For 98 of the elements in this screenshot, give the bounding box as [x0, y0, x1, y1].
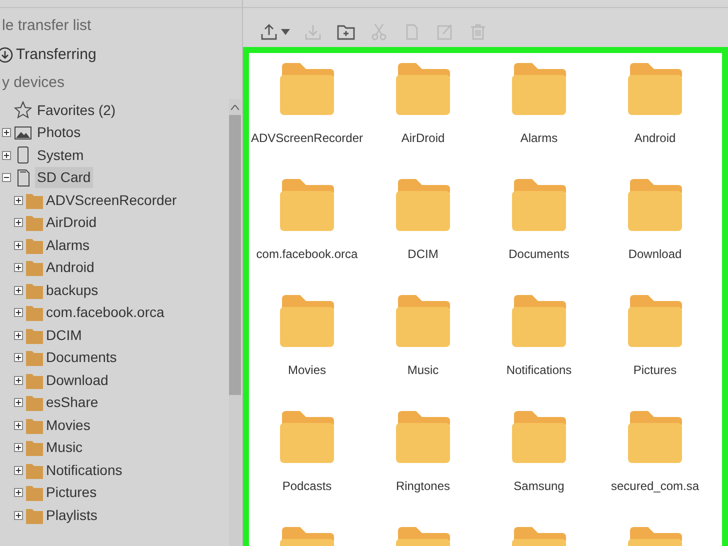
tree-item[interactable]: Documents — [46, 347, 117, 368]
expand-icon[interactable] — [14, 510, 23, 520]
folder-label[interactable]: secured_com.sa — [610, 477, 700, 495]
scrollbar[interactable] — [229, 99, 241, 546]
folder-label[interactable]: Alarms — [520, 129, 558, 147]
expand-icon[interactable] — [2, 150, 11, 160]
folder-icon — [512, 63, 566, 115]
tree-item[interactable]: Photos — [35, 122, 83, 144]
section-heading: y devices — [2, 73, 66, 93]
expand-icon[interactable] — [14, 308, 23, 318]
expand-icon[interactable] — [14, 330, 23, 340]
tree-item[interactable]: Android — [46, 257, 94, 278]
folder-label[interactable]: Notifications — [506, 361, 572, 379]
folder-icon — [628, 179, 682, 231]
tree-item[interactable]: Music — [46, 437, 83, 458]
expand-icon[interactable] — [14, 218, 23, 228]
folder-label[interactable]: Documents — [508, 245, 570, 263]
folder-icon — [396, 295, 450, 347]
expand-icon[interactable] — [14, 240, 23, 250]
folder-icon — [26, 484, 43, 502]
folder-icon — [26, 349, 43, 366]
expand-icon[interactable] — [14, 376, 23, 385]
folder-icon — [26, 372, 43, 389]
folder-icon — [280, 179, 334, 231]
scissors-icon — [369, 22, 389, 42]
expand-icon[interactable] — [14, 196, 23, 205]
folder-icon — [512, 295, 566, 347]
folder-label[interactable]: DCIM — [408, 245, 438, 263]
expand-icon[interactable] — [14, 466, 23, 475]
collapse-icon[interactable] — [2, 173, 11, 182]
tree-item[interactable]: DCIM — [46, 324, 82, 346]
download-icon — [0, 47, 13, 63]
folder-icon — [396, 63, 450, 115]
folder-label[interactable]: Movies — [288, 361, 326, 379]
folder-label[interactable]: Download — [628, 245, 682, 263]
upload-button[interactable] — [259, 22, 290, 42]
folder-icon — [280, 411, 334, 463]
folder-icon — [26, 416, 43, 434]
folder-icon — [628, 63, 682, 115]
picture-icon — [14, 124, 32, 142]
scrollbar-thumb[interactable] — [229, 115, 241, 395]
tree-item[interactable]: com.facebook.orca — [46, 302, 164, 324]
folder-icon — [26, 394, 43, 412]
expand-icon[interactable] — [14, 443, 23, 452]
folder-label[interactable]: Android — [634, 129, 676, 147]
folder-icon — [396, 411, 450, 463]
expand-icon[interactable] — [14, 263, 23, 272]
folder-icon — [26, 439, 43, 456]
tree-item[interactable]: System — [35, 144, 86, 166]
expand-icon[interactable] — [14, 488, 23, 498]
tree-item[interactable]: Movies — [46, 414, 90, 436]
star-icon — [14, 101, 32, 120]
expand-icon[interactable] — [14, 353, 23, 362]
tree-item[interactable]: Download — [46, 370, 108, 391]
folder-icon — [26, 304, 43, 322]
tree-item[interactable]: Alarms — [46, 234, 90, 256]
folder-label[interactable]: ADVScreenRecorder — [250, 129, 364, 147]
transfer-item[interactable]: Transferring — [16, 44, 96, 66]
upload-icon — [259, 22, 279, 42]
expand-icon[interactable] — [14, 398, 23, 408]
folder-icon — [26, 259, 43, 276]
folder-icon — [396, 179, 450, 231]
tree-item[interactable]: SD Card — [35, 167, 93, 188]
tree-item[interactable]: backups — [46, 280, 98, 301]
folder-icon — [280, 63, 334, 115]
folder-icon — [26, 462, 43, 479]
tree-item[interactable]: ADVScreenRecorder — [46, 190, 177, 211]
folder-label[interactable]: Pictures — [633, 361, 677, 379]
folder-label[interactable]: com.facebook.orca — [256, 245, 358, 263]
expand-icon[interactable] — [14, 420, 23, 430]
folder-label[interactable]: Samsung — [514, 477, 564, 495]
folder-label[interactable]: AirDroid — [401, 129, 445, 147]
tree-item[interactable]: Playlists — [46, 504, 98, 526]
tree-item[interactable]: Favorites (2) — [35, 100, 118, 121]
folder-icon — [280, 295, 334, 347]
expand-icon[interactable] — [14, 286, 23, 295]
tree-item[interactable]: Pictures — [46, 482, 97, 504]
trash-icon — [468, 22, 488, 42]
folder-label[interactable]: Podcasts — [282, 477, 332, 495]
folder-icon — [26, 214, 43, 232]
folder-icon — [26, 236, 43, 254]
section-heading: le transfer list — [2, 16, 92, 36]
caret-icon — [281, 28, 290, 34]
tree-item[interactable]: esShare — [46, 392, 98, 414]
folder-icon — [512, 179, 566, 231]
scroll-up-icon[interactable] — [231, 104, 239, 110]
folder-icon — [628, 295, 682, 347]
folder-icon — [26, 192, 43, 209]
expand-icon[interactable] — [2, 128, 11, 138]
tree-item[interactable]: Notifications — [46, 460, 122, 481]
tree-item[interactable]: AirDroid — [46, 212, 97, 234]
folder-label[interactable]: Ringtones — [396, 477, 450, 495]
folder-label[interactable]: Music — [407, 361, 439, 379]
folder-icon — [512, 411, 566, 463]
folder-icon — [628, 411, 682, 463]
folder-icon — [26, 282, 43, 299]
folder-icon — [26, 506, 43, 524]
folder-icon — [26, 326, 43, 344]
